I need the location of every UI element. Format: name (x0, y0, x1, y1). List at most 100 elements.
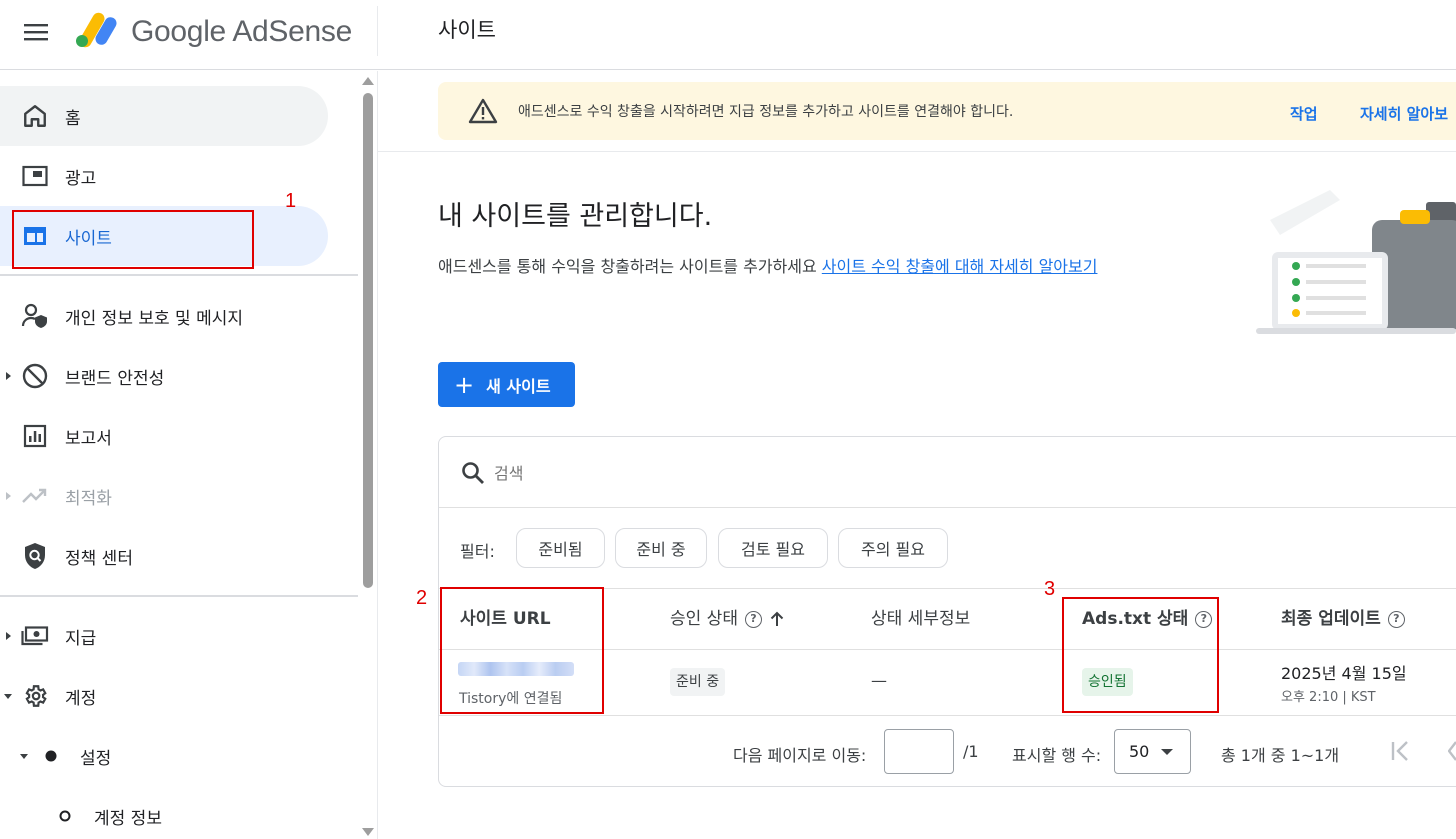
sidebar-nav: 홈 광고 사이트 개인 정보 보호 및 메시지 브랜드 안전성 보고서 최적화 … (0, 71, 358, 839)
new-site-button-label: 새 사이트 (486, 376, 551, 396)
column-header-label: 승인 상태 (670, 609, 738, 629)
scrollbar-thumb[interactable] (363, 93, 373, 588)
banner-message: 애드센스로 수익 창출을 시작하려면 지급 정보를 추가하고 사이트를 연결해야… (518, 104, 1014, 120)
sidebar-item-account[interactable]: 계정 (0, 666, 328, 726)
column-header-label: 상태 세부정보 (871, 609, 971, 629)
sidebar-item-brand-safety[interactable]: 브랜드 안전성 (0, 346, 328, 406)
column-header-label: 최종 업데이트 (1281, 609, 1381, 629)
annotation-box-1 (12, 210, 254, 269)
block-icon (20, 361, 50, 391)
learn-monetization-link[interactable]: 사이트 수익 창출에 대해 자세히 알아보기 (822, 257, 1098, 276)
expand-caret-icon[interactable] (6, 632, 11, 640)
new-site-button[interactable]: + 새 사이트 (438, 362, 575, 407)
collapse-caret-icon[interactable] (20, 754, 28, 759)
scroll-down-arrow-icon[interactable] (362, 828, 374, 836)
hero-description-text: 애드센스를 통해 수익을 창출하려는 사이트를 추가하세요 (438, 257, 822, 276)
header-divider (377, 6, 378, 56)
sidebar-item-label: 최적화 (65, 488, 112, 509)
home-icon (20, 101, 50, 131)
sidebar-item-ads[interactable]: 광고 (0, 146, 328, 206)
dropdown-arrow-icon (1161, 748, 1174, 755)
sidebar-item-label: 지급 (65, 628, 97, 649)
annotation-label: 2 (416, 587, 428, 609)
filter-chip-review-needed[interactable]: 검토 필요 (718, 528, 828, 568)
help-icon[interactable]: ? (744, 610, 762, 628)
last-updated-time: 오후 2:10 | KST (1281, 690, 1376, 705)
search-divider (439, 507, 1456, 508)
search-icon (460, 460, 486, 486)
sidebar-item-label: 계정 (65, 688, 97, 709)
payment-info-banner: 애드센스로 수익 창출을 시작하려면 지급 정보를 추가하고 사이트를 연결해야… (438, 82, 1456, 140)
warning-icon (468, 98, 498, 124)
filter-chip-attention-needed[interactable]: 주의 필요 (838, 528, 948, 568)
help-icon[interactable]: ? (1387, 610, 1405, 628)
hamburger-menu-button[interactable] (14, 12, 58, 52)
page-total: /1 (963, 742, 979, 761)
status-badge: 준비 중 (670, 668, 726, 696)
banner-divider (378, 151, 1456, 152)
sidebar-item-label: 홈 (65, 108, 81, 129)
sort-arrow-up-icon[interactable] (770, 611, 784, 627)
last-updated-date: 2025년 4월 15일 (1281, 664, 1407, 683)
sidebar-item-label: 브랜드 안전성 (65, 368, 165, 389)
filter-label: 필터: (460, 542, 495, 561)
sidebar-item-privacy[interactable]: 개인 정보 보호 및 메시지 (0, 286, 328, 346)
hero-description: 애드센스를 통해 수익을 창출하려는 사이트를 추가하세요 사이트 수익 창출에… (438, 255, 1097, 279)
column-header-status-details[interactable]: 상태 세부정보 (871, 607, 970, 631)
goto-page-label: 다음 페이지로 이동: (733, 746, 867, 765)
column-header-approval-status[interactable]: 승인 상태 ? (670, 607, 784, 631)
annotation-label: 1 (285, 190, 297, 212)
page-title: 사이트 (438, 18, 496, 42)
previous-page-icon[interactable] (1448, 739, 1456, 763)
payments-icon (20, 621, 50, 651)
row-divider (439, 715, 1456, 716)
sidebar-item-account-info[interactable]: 계정 정보 (0, 786, 328, 839)
sidebar-item-label: 설정 (80, 748, 112, 769)
sidebar-item-reports[interactable]: 보고서 (0, 406, 328, 466)
gear-icon (20, 681, 50, 711)
sidebar-item-optimization[interactable]: 최적화 (0, 466, 328, 526)
sidebar-item-settings[interactable]: 설정 (0, 726, 328, 786)
ads-icon (20, 161, 50, 191)
main-divider (377, 71, 378, 839)
rows-per-page-value: 50 (1129, 742, 1150, 761)
column-header-last-updated[interactable]: 최종 업데이트 ? (1281, 607, 1405, 631)
sidebar-scrollbar[interactable] (359, 71, 377, 839)
expand-caret-icon[interactable] (6, 372, 11, 380)
annotation-box-2 (440, 587, 604, 714)
sidebar-item-policy-center[interactable]: 정책 센터 (0, 526, 328, 586)
policy-icon (20, 541, 50, 571)
search-input[interactable] (494, 458, 1094, 488)
menu-icon (24, 24, 48, 41)
annotation-box-3 (1062, 597, 1219, 713)
brand-name[interactable]: Google AdSense (131, 12, 352, 52)
top-app-bar: Google AdSense 사이트 (0, 0, 1456, 70)
sidebar-item-label: 개인 정보 보호 및 메시지 (65, 308, 244, 329)
sidebar-divider (0, 595, 358, 597)
plus-icon: + (454, 370, 475, 399)
circle-icon (50, 801, 80, 831)
sidebar-item-label: 계정 정보 (94, 808, 162, 829)
rows-per-page-select[interactable]: 50 (1114, 729, 1191, 774)
hero-title: 내 사이트를 관리합니다. (438, 201, 713, 232)
filter-chip-preparing[interactable]: 준비 중 (615, 528, 707, 568)
sites-illustration (1250, 180, 1456, 340)
adsense-logo-icon[interactable] (74, 8, 122, 50)
sidebar-divider (0, 274, 358, 276)
sidebar-item-payments[interactable]: 지급 (0, 606, 328, 666)
banner-learn-more-link[interactable]: 자세히 알아보 (1360, 103, 1448, 124)
goto-page-input[interactable] (884, 729, 954, 774)
dot-icon (36, 741, 66, 771)
scroll-up-arrow-icon[interactable] (362, 77, 374, 85)
expand-caret-icon[interactable] (6, 492, 11, 500)
sidebar-item-home[interactable]: 홈 (0, 86, 328, 146)
trending-icon (20, 481, 50, 511)
filter-chip-ready[interactable]: 준비됨 (516, 528, 605, 568)
reports-icon (20, 421, 50, 451)
sidebar-item-label: 정책 센터 (65, 548, 133, 569)
first-page-icon[interactable] (1390, 739, 1412, 763)
banner-action-link[interactable]: 작업 (1290, 103, 1318, 124)
collapse-caret-icon[interactable] (4, 694, 12, 699)
sidebar-item-label: 광고 (65, 168, 97, 189)
privacy-icon (20, 301, 50, 331)
